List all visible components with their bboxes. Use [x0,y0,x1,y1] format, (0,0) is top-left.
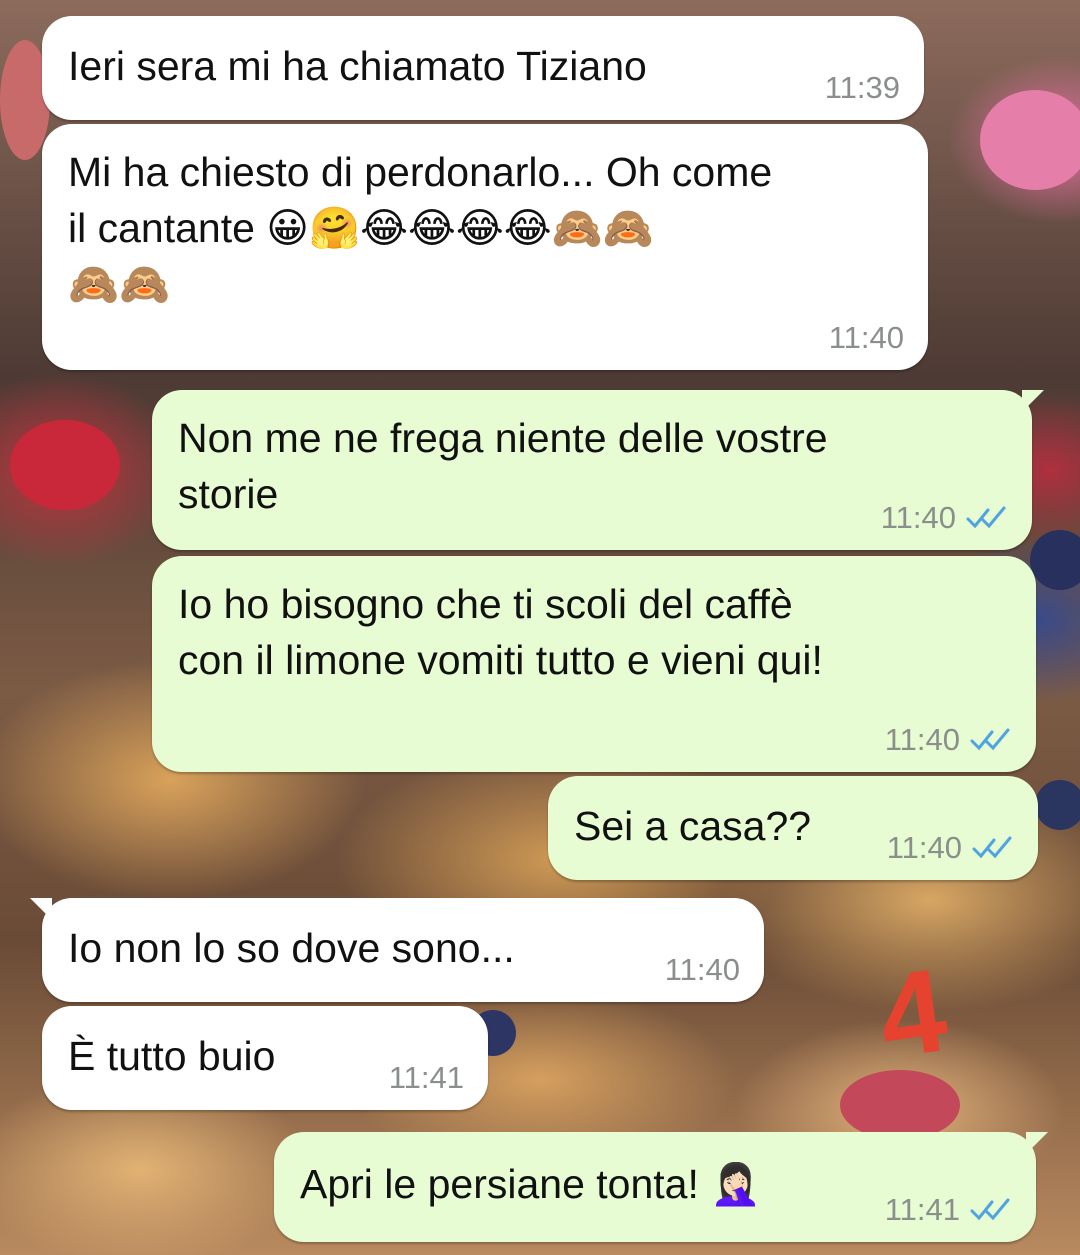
message-meta: 11:40 [885,722,1012,758]
outgoing-message[interactable]: Io ho bisogno che ti scoli del caffè con… [152,556,1036,772]
incoming-message[interactable]: Mi ha chiesto di perdonarlo... Oh come i… [42,124,928,370]
incoming-message[interactable]: Io non lo so dove sono... 11:40 [30,898,764,1002]
message-text: Mi ha chiesto di perdonarlo... Oh come i… [68,149,773,307]
double-check-icon [970,1198,1010,1221]
message-text: Io non lo so dove sono... [68,925,515,971]
message-time: 11:40 [886,830,962,865]
message-meta: 11:40 [829,320,904,356]
bubble-tail [1026,1132,1048,1154]
message-time: 11:41 [388,1060,464,1095]
outgoing-message[interactable]: Non me ne frega niente delle vostre stor… [152,390,1044,550]
message-meta: 11:40 [887,830,1014,866]
outgoing-message[interactable]: Apri le persiane tonta! 🤦🏻‍♀️ 11:41 [274,1132,1048,1242]
message-time: 11:41 [884,1192,960,1227]
message-meta: 11:40 [881,500,1008,536]
message-text: Io ho bisogno che ti scoli del caffè con… [178,581,823,683]
message-time: 11:40 [880,500,956,535]
wallpaper-berry [1030,530,1080,590]
double-check-icon [970,728,1010,751]
message-meta: 11:41 [885,1192,1012,1228]
message-meta: 11:41 [389,1060,464,1096]
message-meta: 11:40 [665,952,740,988]
wallpaper-berry [10,420,120,510]
incoming-message[interactable]: È tutto buio 11:41 [42,1006,488,1110]
bubble-tail [1022,390,1044,412]
message-time: 11:39 [824,70,900,105]
wallpaper-berry [1035,780,1080,830]
incoming-message[interactable]: Ieri sera mi ha chiamato Tiziano 11:39 [42,16,924,120]
message-time: 11:40 [884,722,960,757]
double-check-icon [972,836,1012,859]
message-time: 11:40 [828,320,904,355]
bubble-tail [30,898,52,920]
message-meta: 11:39 [825,70,900,106]
wallpaper-flower [980,90,1080,190]
message-text: Ieri sera mi ha chiamato Tiziano [68,43,647,89]
double-check-icon [966,506,1006,529]
message-time: 11:40 [664,952,740,987]
outgoing-message[interactable]: Sei a casa?? 11:40 [548,776,1038,880]
